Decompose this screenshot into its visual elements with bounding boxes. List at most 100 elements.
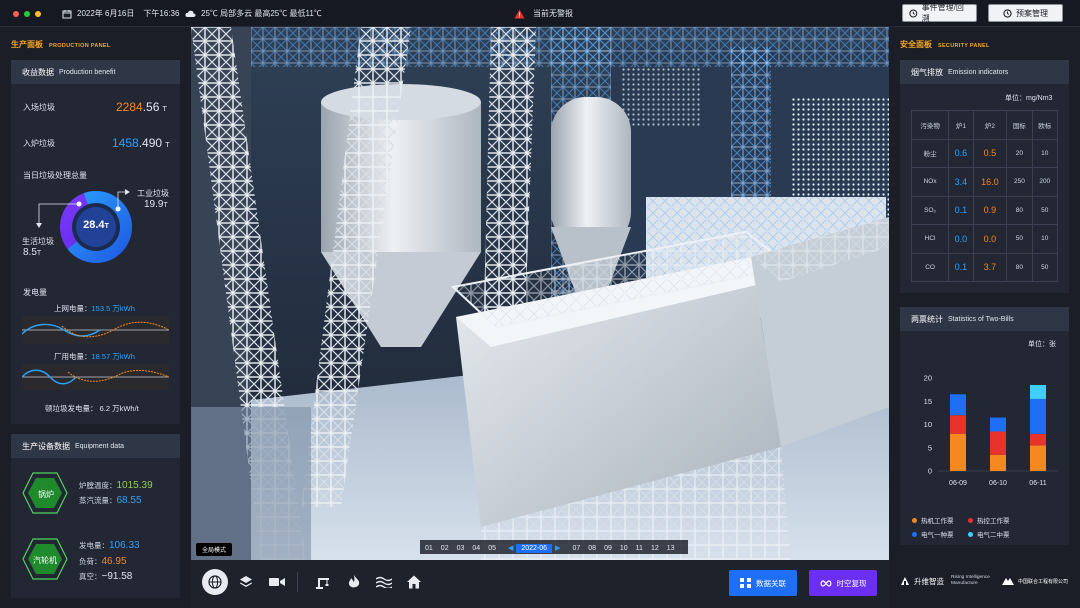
production-panel-title: 生产面板 PRODUCTION PANEL xyxy=(11,39,111,50)
bar-segment[interactable] xyxy=(990,431,1006,455)
timeline-day[interactable]: 09 xyxy=(604,545,612,552)
y-tick-label: 0 xyxy=(928,467,932,476)
donut-total-value: 28.4 xyxy=(83,219,105,231)
plan-management-label: 预案管理 xyxy=(1016,8,1048,18)
flame-icon xyxy=(348,575,360,588)
window-close-dot[interactable] xyxy=(13,11,19,17)
plan-management-button[interactable]: 预案管理 xyxy=(988,4,1063,22)
intake-int: 2284 xyxy=(116,100,143,114)
national-standard: 80 xyxy=(1006,252,1033,282)
timeline-day[interactable]: 11 xyxy=(636,545,643,552)
security-panel-title-en: SECURITY PANEL xyxy=(938,43,990,49)
donut-total-unit: T xyxy=(104,223,109,230)
intake-garbage-value: 2284.56 T xyxy=(116,100,167,114)
bar-segment[interactable] xyxy=(1030,384,1046,399)
national-standard: 250 xyxy=(1006,167,1033,197)
time-text: 下午16:36 xyxy=(143,9,180,18)
timeline-day[interactable]: 08 xyxy=(588,545,596,552)
timeline-day[interactable]: 07 xyxy=(572,545,580,552)
home-button[interactable] xyxy=(401,569,427,595)
national-standard: 50 xyxy=(1006,224,1033,254)
warning-icon xyxy=(514,9,525,18)
emission-unit: 单位：mg/Nm3 xyxy=(1005,95,1053,102)
legend-swatch xyxy=(912,517,917,523)
emission-table-row: HCl 0.0 0.0 50 10 xyxy=(910,224,1059,254)
turbine-name: 汽轮机 xyxy=(33,556,57,565)
time-replay-label: 时空复现 xyxy=(836,578,867,588)
emission-table-row: SO₂ 0.1 0.9 80 50 xyxy=(910,195,1059,225)
data-link-button[interactable]: 数据关联 xyxy=(729,570,797,596)
partner-logo-icon xyxy=(1001,578,1014,585)
national-standard: 20 xyxy=(1006,138,1033,168)
bar-segment[interactable] xyxy=(950,394,966,416)
layers-icon xyxy=(240,576,252,587)
bills-title-en: Statistics of Two-Bills xyxy=(948,315,1014,323)
vacuum-value: −91.58 xyxy=(101,571,133,582)
intake-unit: T xyxy=(162,104,167,113)
bar-segment[interactable] xyxy=(1030,398,1046,434)
grid-power-label: 上网电量： xyxy=(54,304,92,313)
event-management-button[interactable]: 事件管理/回溯 xyxy=(902,3,977,23)
timeline-day[interactable]: 04 xyxy=(472,545,480,552)
toolbar-divider xyxy=(297,572,298,592)
window-zoom-dot[interactable] xyxy=(24,11,30,17)
pollutant-name: HCl xyxy=(910,224,950,254)
bar-segment[interactable] xyxy=(1030,445,1046,471)
timeline-day[interactable]: 05 xyxy=(488,545,496,552)
camera-button[interactable] xyxy=(264,569,290,595)
y-tick-label: 20 xyxy=(924,374,932,383)
crane-button[interactable] xyxy=(310,569,336,595)
donut-total: 28.4T xyxy=(76,219,116,231)
time-replay-button[interactable]: 时空复现 xyxy=(809,570,877,596)
emission-header-cell: 国标 xyxy=(1006,110,1033,140)
plant-power-value: 18.57 xyxy=(91,352,111,361)
timeline-day[interactable]: 13 xyxy=(667,545,675,552)
timeline-day[interactable]: 02 xyxy=(441,545,449,552)
y-tick-label: 10 xyxy=(924,420,932,429)
benefit-title-zh: 收益数据 xyxy=(22,67,54,77)
timeline-prev-icon[interactable]: ◀ xyxy=(508,544,513,552)
timeline-current[interactable]: 2022-06 xyxy=(516,543,553,553)
timeline: 01 02 03 04 05 ◀ 2022-06 ▶ 07 08 09 10 1… xyxy=(420,542,675,554)
bar-segment[interactable] xyxy=(950,433,966,471)
two-bills-chart: 0 5 10 15 20 06-09 06-10 06-11 xyxy=(924,374,1058,487)
grid-power-unit: 万kWh xyxy=(112,304,135,313)
data-link-label: 数据关联 xyxy=(756,578,786,588)
furnace-dec: .490 xyxy=(138,136,163,150)
bar-segment[interactable] xyxy=(990,454,1006,471)
date-text: 2022年 6月16日 xyxy=(77,9,135,18)
eu-standard: 50 xyxy=(1031,195,1059,225)
plant-3d-view[interactable]: 全局模式 xyxy=(191,27,889,560)
plant-power-unit: 万kWh xyxy=(112,352,135,361)
timeline-day[interactable]: 03 xyxy=(457,545,465,552)
load-value: 46.95 xyxy=(101,556,127,567)
bar-segment[interactable] xyxy=(950,415,966,434)
industrial-value: 19.9 xyxy=(144,199,164,210)
pollutant-name: NOx xyxy=(910,167,950,197)
top-bar: 2022年 6月16日 下午16:36 25℃ 局部多云 最高25℃ 最低11℃… xyxy=(0,0,1080,27)
water-button[interactable] xyxy=(371,569,397,595)
industrial-garbage-value: 19.9T xyxy=(144,199,168,210)
brand-logo-icon xyxy=(901,577,909,585)
furnace-garbage-label: 入炉垃圾 xyxy=(23,139,55,148)
bar-segment[interactable] xyxy=(990,417,1006,432)
window-minimize-dot[interactable] xyxy=(35,11,41,17)
layers-button[interactable] xyxy=(233,569,259,595)
steam-flow-label: 蒸汽流量： xyxy=(79,496,117,505)
production-benefit-header: 收益数据 Production benefit xyxy=(11,60,180,84)
fire-button[interactable] xyxy=(341,569,367,595)
timeline-day[interactable]: 12 xyxy=(651,545,659,552)
waves-icon xyxy=(376,576,392,588)
mode-tooltip: 全局模式 xyxy=(196,543,233,556)
bar-segment[interactable] xyxy=(1030,433,1046,446)
boiler-name: 锅炉 xyxy=(38,490,54,499)
timeline-day[interactable]: 10 xyxy=(620,545,628,552)
global-mode-button[interactable] xyxy=(202,569,228,595)
timeline-day[interactable]: 01 xyxy=(425,545,433,552)
brand-name: 升维智造 xyxy=(914,576,944,586)
timeline-next-icon[interactable]: ▶ xyxy=(555,544,560,552)
home-icon xyxy=(407,575,421,589)
eu-standard: 200 xyxy=(1031,167,1059,197)
steam-flow-value: 68.55 xyxy=(116,495,142,506)
eu-standard: 10 xyxy=(1031,224,1059,254)
